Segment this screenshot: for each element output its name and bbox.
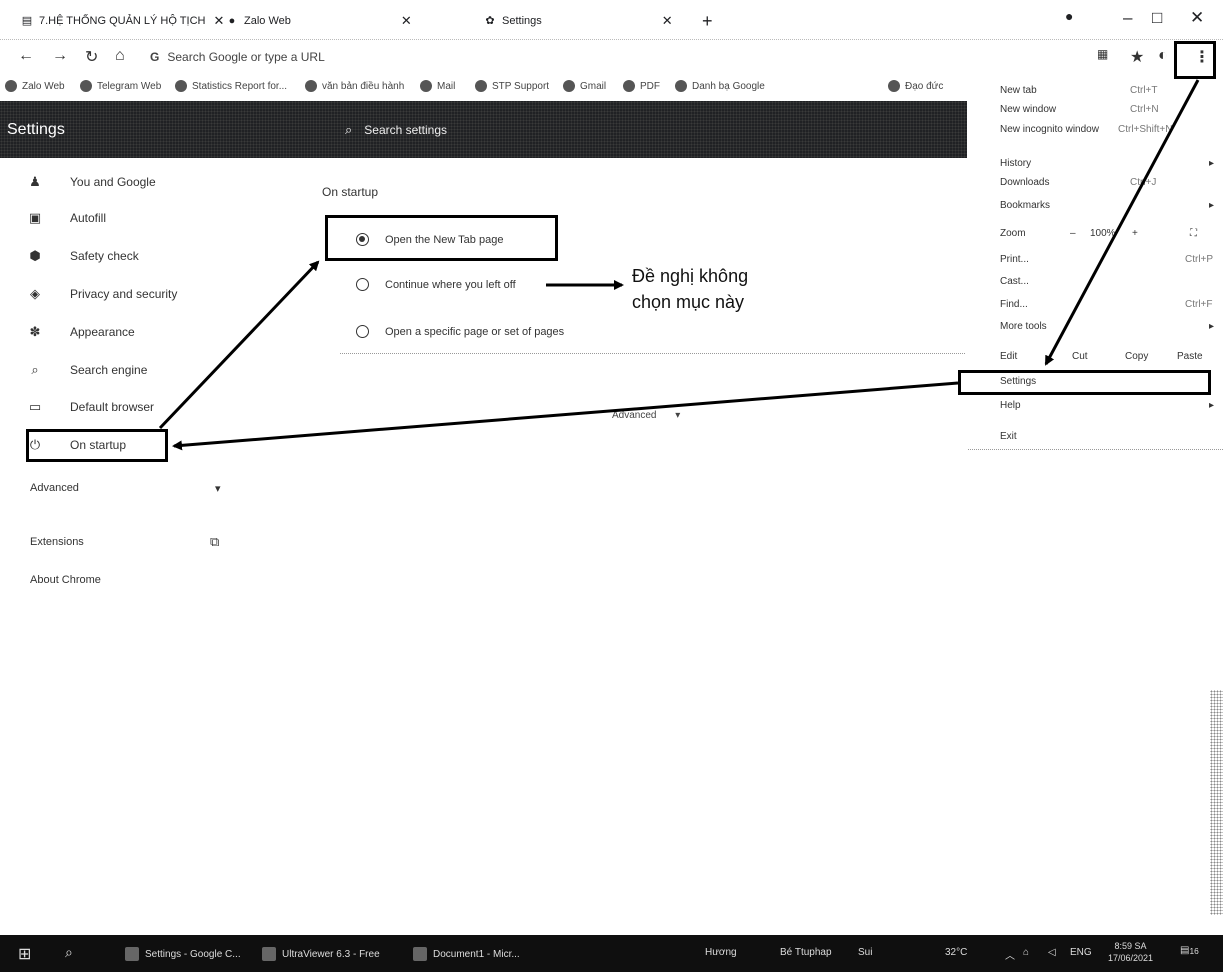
- windows-start-icon[interactable]: ⊞: [18, 944, 31, 964]
- annotation-arrows: [158, 79, 1200, 451]
- taskbar-item-word[interactable]: Document1 - Micr...: [413, 947, 520, 961]
- weather-temp[interactable]: 32°C: [945, 947, 967, 958]
- ultraviewer-icon: [262, 947, 276, 961]
- taskbar-item-chrome[interactable]: Settings - Google C...: [125, 947, 241, 961]
- arrow-settings-to-startup: [172, 381, 959, 451]
- chrome-icon: [125, 947, 139, 961]
- language-indicator[interactable]: ENG: [1070, 947, 1092, 958]
- tray-label: Sui: [858, 947, 873, 958]
- clock[interactable]: 8:59 SA 17/06/2021: [1108, 940, 1153, 964]
- taskbar: ⊞ ⌕ Settings - Google C... UltraViewer 6…: [0, 935, 1223, 972]
- arrow-menu-to-settings: [1044, 79, 1200, 366]
- network-icon[interactable]: ⌂: [1023, 947, 1029, 958]
- search-icon[interactable]: ⌕: [65, 944, 73, 961]
- tray-label: Bé Ttuphap: [780, 947, 832, 958]
- tray-label: Hương: [705, 947, 737, 958]
- volume-icon[interactable]: ◁: [1048, 947, 1056, 958]
- chevron-up-icon[interactable]: ︿: [1005, 947, 1015, 962]
- notifications-icon[interactable]: ▤ 16: [1180, 945, 1199, 956]
- word-icon: [413, 947, 427, 961]
- arrow-sidebar-to-option: [158, 260, 320, 430]
- taskbar-item-ultraviewer[interactable]: UltraViewer 6.3 - Free: [262, 947, 380, 961]
- scan-artifact: [1210, 690, 1223, 915]
